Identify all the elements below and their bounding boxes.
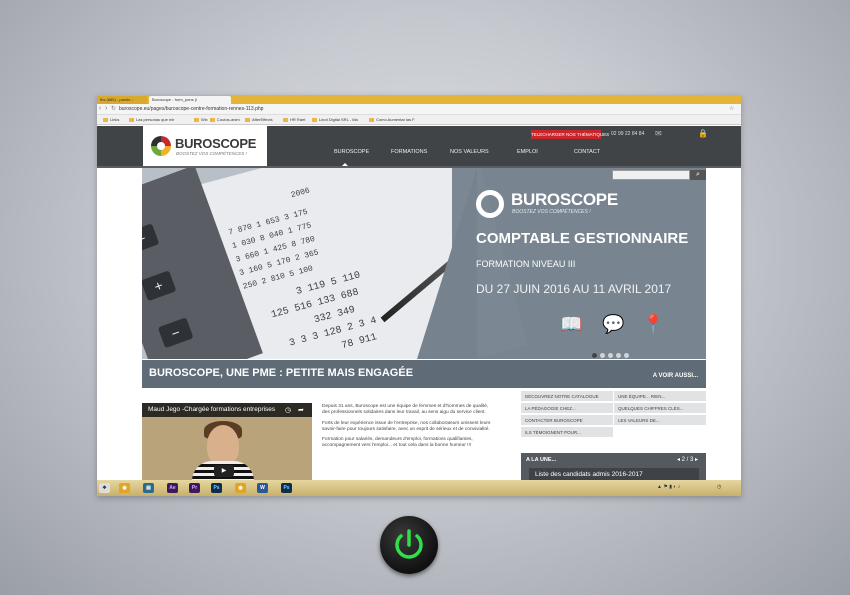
hero-logo-text: BUROSCOPE xyxy=(511,190,618,209)
phone-number: 02 99 22 84 84 xyxy=(611,131,645,137)
after-effects-taskbar-icon[interactable]: Ae xyxy=(167,483,178,493)
bookmark[interactable]: Las personas que mir xyxy=(129,117,174,123)
mail-icon[interactable]: ✉ xyxy=(655,129,662,138)
intro-text: Depuis 31 ans, Buroscope est une équipe … xyxy=(322,404,492,454)
paper-row: 78 911 xyxy=(340,332,379,353)
slider-dots xyxy=(592,345,632,359)
quick-link[interactable]: ILS TÉMOIGNENT POUR... xyxy=(521,427,613,438)
news-pager-label: 2 / 3 xyxy=(681,457,694,463)
quick-link[interactable]: DÉCOUVREZ NOTRE CATALOGUE xyxy=(521,391,613,402)
video-player[interactable]: Maud Jego -Chargée formations entreprise… xyxy=(142,403,312,483)
url-field[interactable]: buroscope.eu/pages/buroscope-centre-form… xyxy=(119,106,719,113)
star-icon[interactable]: ☆ xyxy=(729,105,734,112)
chrome-taskbar-icon[interactable]: ◉ xyxy=(119,483,130,493)
logo-tagline: BOOSTEZ VOS COMPÉTENCES ! xyxy=(176,151,247,156)
menu-item-formations[interactable]: FORMATIONS xyxy=(391,149,427,155)
start-button[interactable]: ❖ xyxy=(99,483,110,493)
menu-item-emploi[interactable]: EMPLOI xyxy=(517,149,538,155)
clock-icon[interactable]: ◷ xyxy=(717,484,721,490)
slider-dot[interactable] xyxy=(624,353,629,358)
calc-key: − xyxy=(142,223,160,255)
quick-link[interactable]: UNE ÉQUIPE... RIEN... xyxy=(614,391,706,402)
hero-logo-tagline: BOOSTEZ VOS COMPÉTENCES ! xyxy=(512,209,591,215)
bookmark[interactable]: Coutos-anim xyxy=(210,117,240,123)
hero-title[interactable]: COMPTABLE GESTIONNAIRE xyxy=(476,230,688,247)
bookmark[interactable]: HR Raet xyxy=(283,117,305,123)
bookmark[interactable]: Linot Digital SRL - Ma xyxy=(312,117,358,123)
slider-dot[interactable] xyxy=(600,353,605,358)
reload-icon[interactable]: ↻ xyxy=(111,105,116,112)
paper-row: 2006 xyxy=(290,186,311,201)
bookmark[interactable]: Wix xyxy=(194,117,208,123)
lock-icon[interactable]: 🔒 xyxy=(698,129,708,138)
premiere-taskbar-icon[interactable]: Pr xyxy=(189,483,200,493)
slider-dot[interactable] xyxy=(592,353,597,358)
clock-icon[interactable]: ◷ xyxy=(285,406,293,414)
menu-item-buroscope[interactable]: BUROSCOPE xyxy=(334,149,369,166)
logo-text: BUROSCOPE xyxy=(175,136,257,151)
taskbar: ❖ ◉ ▤ Ae Pr Ps ◉ W Ps ▲ ⚑ ▮ ◐ ♪ ◷ xyxy=(97,480,741,496)
address-bar: ‹ › ↻ buroscope.eu/pages/buroscope-centr… xyxy=(97,104,741,115)
quick-link[interactable]: LES VALEURS DE... xyxy=(614,415,706,426)
intro-paragraph: Depuis 31 ans, Buroscope est une équipe … xyxy=(322,404,489,416)
video-person xyxy=(207,425,239,465)
news-title: A LA UNE... xyxy=(526,457,557,463)
see-also-link[interactable]: A VOIR AUSSI... xyxy=(653,373,698,379)
search-icon[interactable]: ⌕ xyxy=(690,170,706,180)
calc-key: + xyxy=(142,270,177,302)
bookmark[interactable]: AfterEffects xyxy=(245,117,273,123)
download-themes-button[interactable]: TELECHARGER NOS THÉMATIQUES xyxy=(531,130,609,139)
photoshop-taskbar-icon[interactable]: Ps xyxy=(281,483,292,493)
site-header: BUROSCOPE BOOSTEZ VOS COMPÉTENCES ! TELE… xyxy=(97,126,741,166)
bookmark[interactable]: Links xyxy=(103,117,119,123)
tray-icons[interactable]: ▲ ⚑ ▮ ◐ ♪ xyxy=(657,484,680,490)
forward-icon[interactable]: › xyxy=(105,105,107,112)
menu-item-contact[interactable]: CONTACT xyxy=(574,149,600,155)
video-title[interactable]: Maud Jego -Chargée formations entreprise… xyxy=(148,406,275,413)
banner-title: BUROSCOPE, UNE PME : PETITE MAIS ENGAGÉE xyxy=(149,367,414,379)
hero-subtitle: FORMATION NIVEAU III xyxy=(476,259,576,269)
power-icon xyxy=(395,529,423,559)
play-button[interactable]: ▶ xyxy=(214,465,234,477)
power-button[interactable] xyxy=(380,516,438,574)
chat-icon[interactable]: 💬 xyxy=(602,313,624,335)
logo-mark-icon xyxy=(151,136,171,156)
menu-item-nos-valeurs[interactable]: NOS VALEURS xyxy=(450,149,489,155)
intro-paragraph: Forts de leur expérience issue de l'entr… xyxy=(322,420,491,432)
site-logo[interactable]: BUROSCOPE BOOSTEZ VOS COMPÉTENCES ! xyxy=(143,126,267,166)
intro-paragraph: Formation pour salariés, demandeurs d'em… xyxy=(322,437,473,449)
quick-link[interactable]: CONTACTER BUROSCOPE xyxy=(521,415,613,426)
chrome-taskbar-icon[interactable]: ◉ xyxy=(235,483,246,493)
hero-logo-icon xyxy=(476,190,504,218)
monitor-screen: fbs (885) - parole... Buroscope - form_p… xyxy=(97,95,741,496)
hero-slider[interactable]: 2006 7 870 1 653 3 175 1 030 8 040 1 775… xyxy=(142,168,706,359)
quick-link[interactable]: QUELQUES CHIFFRES CLÉS... xyxy=(614,403,706,414)
hero-dates: DU 27 JUIN 2016 AU 11 AVRIL 2017 xyxy=(476,282,672,296)
word-taskbar-icon[interactable]: W xyxy=(257,483,268,493)
share-icon[interactable]: ➦ xyxy=(298,406,306,414)
search-input[interactable] xyxy=(612,170,690,180)
video-title-bar: Maud Jego -Chargée formations entreprise… xyxy=(142,403,312,417)
photoshop-taskbar-icon[interactable]: Ps xyxy=(211,483,222,493)
location-pin-icon[interactable]: 📍 xyxy=(642,313,664,335)
browser-tab[interactable]: fbs (885) - parole... xyxy=(97,96,147,104)
section-banner: BUROSCOPE, UNE PME : PETITE MAIS ENGAGÉE… xyxy=(142,360,706,388)
slider-dot[interactable] xyxy=(608,353,613,358)
explorer-taskbar-icon[interactable]: ▤ xyxy=(143,483,154,493)
bookmark[interactable]: Como Aumentar las F xyxy=(369,117,415,123)
quick-link[interactable]: LA PÉDAGOGIE CHEZ... xyxy=(521,403,613,414)
slider-dot[interactable] xyxy=(616,353,621,358)
news-pager[interactable]: ◂ 2 / 3 ▸ xyxy=(677,456,698,463)
browser-tab-active[interactable]: Buroscope - form_pons (i xyxy=(149,96,231,104)
book-icon[interactable]: 📖 xyxy=(560,313,582,335)
browser-tabbar: fbs (885) - parole... Buroscope - form_p… xyxy=(97,95,741,104)
back-icon[interactable]: ‹ xyxy=(99,105,101,112)
calc-key: − xyxy=(157,317,194,349)
bookmarks-bar: Links Las personas que mir Wix Coutos-an… xyxy=(97,115,741,125)
